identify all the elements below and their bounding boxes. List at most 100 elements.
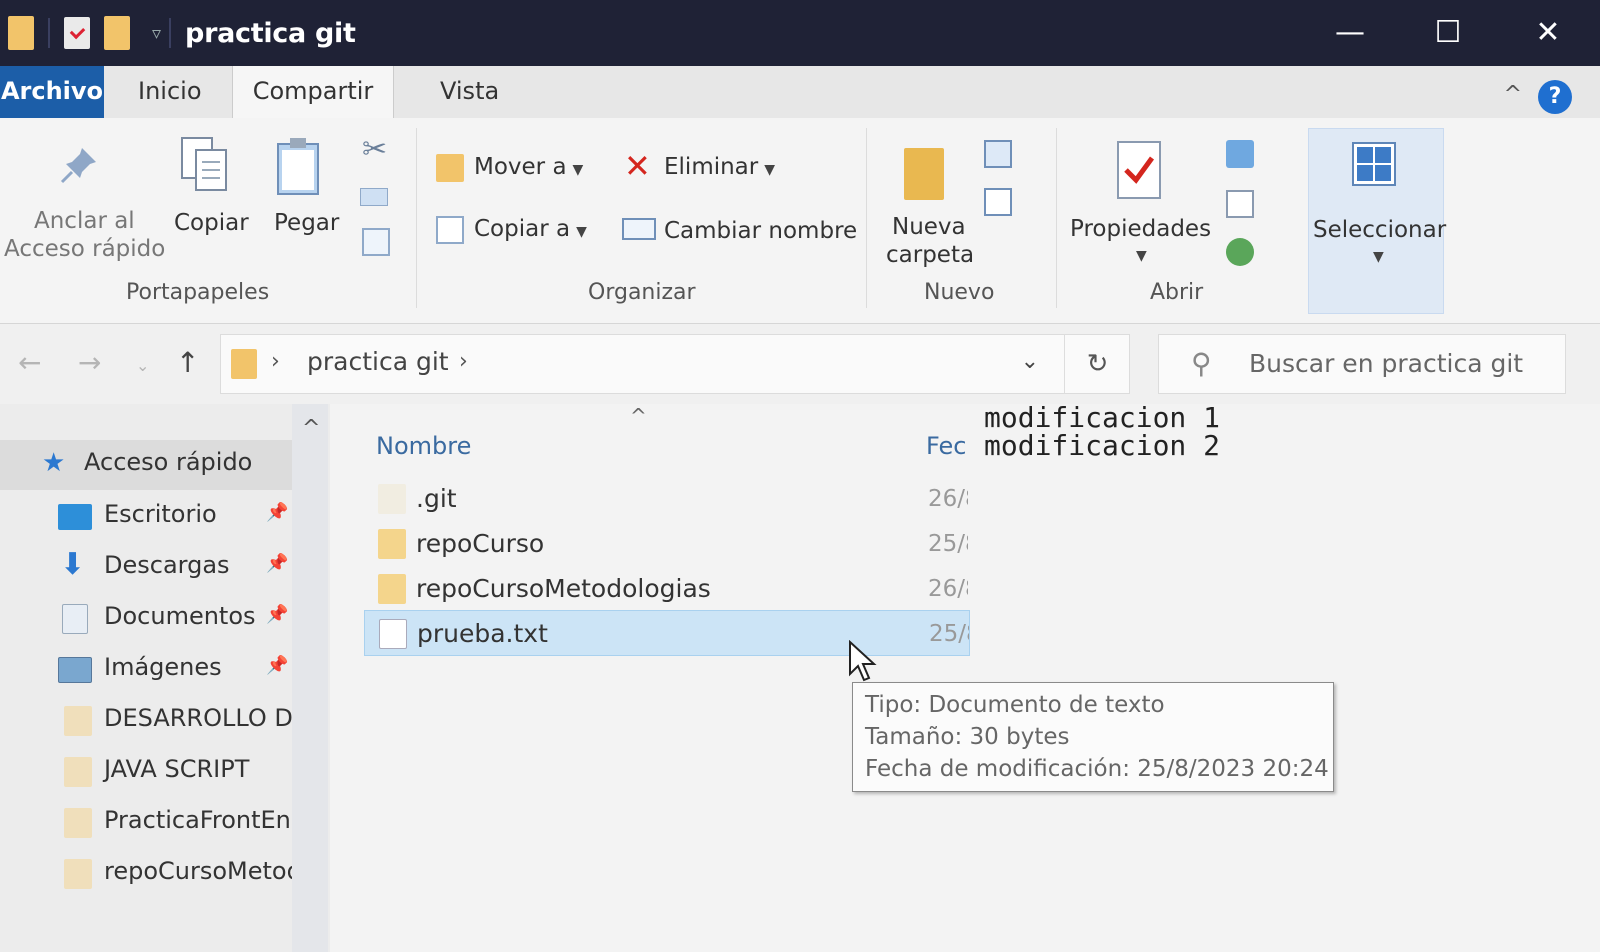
history-icon[interactable] (1226, 238, 1254, 266)
nav-item-folder[interactable]: JAVA SCRIPT (0, 747, 292, 797)
paste-icon[interactable] (276, 136, 320, 196)
tab-file[interactable]: Archivo (0, 66, 104, 118)
up-button[interactable]: ↑ (176, 346, 199, 379)
folder-icon (64, 859, 92, 889)
window-title: practica git (185, 17, 356, 49)
group-clipboard-label: Portapapeles (126, 280, 270, 305)
group-organize-label: Organizar (588, 280, 696, 305)
navigation-scrollbar[interactable] (292, 404, 328, 952)
file-row[interactable]: .git 26/8 (364, 476, 970, 522)
tab-view[interactable]: Vista (440, 66, 499, 118)
pin-label-line1: Anclar al (34, 208, 135, 234)
nav-item-desktop[interactable]: Escritorio 📌 (0, 492, 292, 542)
paste-shortcut-icon[interactable] (362, 228, 390, 256)
column-header-date[interactable]: Fec (926, 432, 966, 460)
new-folder-label-line2[interactable]: carpeta (886, 242, 974, 268)
chevron-right-icon[interactable]: › (459, 349, 468, 374)
copy-button[interactable]: Copiar (174, 210, 249, 236)
scroll-up-icon[interactable]: ^ (302, 416, 320, 441)
group-separator (416, 128, 417, 308)
select-group[interactable]: Seleccionar ▼ (1308, 128, 1446, 314)
file-row[interactable]: repoCurso 25/8 (364, 521, 970, 567)
group-new-label: Nuevo (924, 280, 995, 305)
breadcrumb-current[interactable]: practica git (307, 347, 449, 376)
tab-share[interactable]: Compartir (232, 66, 394, 118)
properties-quick-icon[interactable] (64, 17, 90, 49)
nav-item-downloads[interactable]: ⬇ Descargas 📌 (0, 543, 292, 593)
select-button[interactable]: Seleccionar (1313, 217, 1446, 243)
open-icon[interactable] (1226, 140, 1254, 168)
edit-icon[interactable] (1226, 190, 1254, 218)
sort-ascending-icon: ^ (630, 404, 647, 428)
ribbon: Anclar al Acceso rápido Copiar Pegar ✂ P… (0, 118, 1600, 324)
file-date: 26/8 (928, 576, 968, 602)
move-to-button[interactable]: Mover a ▼ (474, 154, 583, 180)
nav-quick-access[interactable]: ★ Acceso rápido (0, 440, 292, 490)
file-name: repoCursoMetodologias (416, 574, 711, 603)
address-bar[interactable]: › practica git › ⌄ (220, 334, 1130, 394)
nav-item-folder[interactable]: PracticaFrontEnd (0, 798, 292, 848)
rename-icon (622, 218, 656, 240)
collapse-ribbon-icon[interactable]: ^ (1504, 82, 1522, 107)
file-row-selected[interactable]: prueba.txt 25/8 (364, 610, 970, 656)
new-folder-icon[interactable] (904, 148, 944, 200)
nav-item-documents[interactable]: Documentos 📌 (0, 594, 292, 644)
rename-button[interactable]: Cambiar nombre (664, 218, 857, 244)
help-icon[interactable]: ? (1538, 80, 1572, 114)
nav-label: JAVA SCRIPT (104, 755, 250, 783)
nav-item-folder[interactable]: repoCursoMetodologias (0, 849, 292, 899)
new-item-icon[interactable] (984, 140, 1012, 168)
nav-item-folder[interactable]: DESARROLLO DE (0, 696, 292, 746)
forward-button[interactable]: → (78, 346, 101, 379)
refresh-button[interactable]: ↻ (1064, 334, 1130, 394)
copy-to-icon (436, 216, 464, 244)
nav-label: PracticaFrontEnd (104, 806, 292, 834)
maximize-button[interactable]: ☐ (1418, 10, 1478, 56)
file-name: repoCurso (416, 529, 545, 558)
properties-button[interactable]: Propiedades (1070, 216, 1211, 242)
properties-dropdown-icon[interactable]: ▼ (1136, 248, 1147, 264)
search-placeholder[interactable]: Buscar en practica git (1249, 349, 1523, 378)
nav-label: repoCursoMetodologias (104, 857, 292, 885)
title-bar: ▿ practica git — ☐ ✕ (0, 0, 1600, 66)
quick-access-separator (48, 18, 50, 48)
new-folder-quick-icon[interactable] (104, 16, 130, 50)
navigation-bar: ← → ⌄ ↑ › practica git › ⌄ ↻ ⚲ Buscar en… (0, 324, 1600, 404)
tooltip-size: Tamaño: 30 bytes (865, 724, 1070, 750)
file-list: ^ Nombre Fec .git 26/8 repoCurso 25/8 re… (330, 404, 1600, 952)
pin-icon[interactable] (60, 144, 100, 184)
file-row[interactable]: repoCursoMetodologias 26/8 (364, 566, 970, 612)
file-info-tooltip: Tipo: Documento de texto Tamaño: 30 byte… (852, 682, 1334, 792)
tab-home[interactable]: Inicio (138, 66, 202, 118)
nav-label: Escritorio (104, 500, 217, 528)
chevron-right-icon[interactable]: › (271, 349, 280, 374)
address-dropdown-icon[interactable]: ⌄ (1021, 349, 1039, 374)
customize-quick-access-icon[interactable]: ▿ (152, 23, 161, 44)
delete-button[interactable]: Eliminar ▼ (664, 154, 775, 180)
new-folder-label-line1[interactable]: Nueva (892, 214, 966, 240)
folder-icon (64, 757, 92, 787)
copy-icon[interactable] (180, 136, 230, 194)
properties-icon[interactable] (1116, 140, 1162, 200)
nav-item-pictures[interactable]: Imágenes 📌 (0, 645, 292, 695)
pin-icon: 📌 (266, 655, 289, 676)
nav-label: Acceso rápido (84, 448, 253, 476)
close-button[interactable]: ✕ (1518, 10, 1578, 56)
paste-button[interactable]: Pegar (274, 210, 339, 236)
copy-path-icon[interactable] (360, 188, 388, 206)
minimize-button[interactable]: — (1320, 10, 1380, 56)
select-dropdown-icon[interactable]: ▼ (1373, 249, 1384, 265)
group-separator (866, 128, 867, 308)
back-button[interactable]: ← (18, 346, 41, 379)
cut-icon[interactable]: ✂ (362, 132, 390, 167)
easy-access-icon[interactable] (984, 188, 1012, 216)
tooltip-type: Tipo: Documento de texto (865, 692, 1165, 718)
navigation-pane: ★ Acceso rápido Escritorio 📌 ⬇ Descargas… (0, 404, 330, 952)
move-to-icon (436, 154, 464, 182)
document-icon (62, 604, 88, 634)
copy-to-button[interactable]: Copiar a ▼ (474, 216, 587, 242)
recent-locations-icon[interactable]: ⌄ (136, 356, 149, 375)
column-header-name[interactable]: Nombre (376, 432, 471, 460)
search-box[interactable]: ⚲ Buscar en practica git (1158, 334, 1566, 394)
folder-icon (8, 16, 34, 50)
